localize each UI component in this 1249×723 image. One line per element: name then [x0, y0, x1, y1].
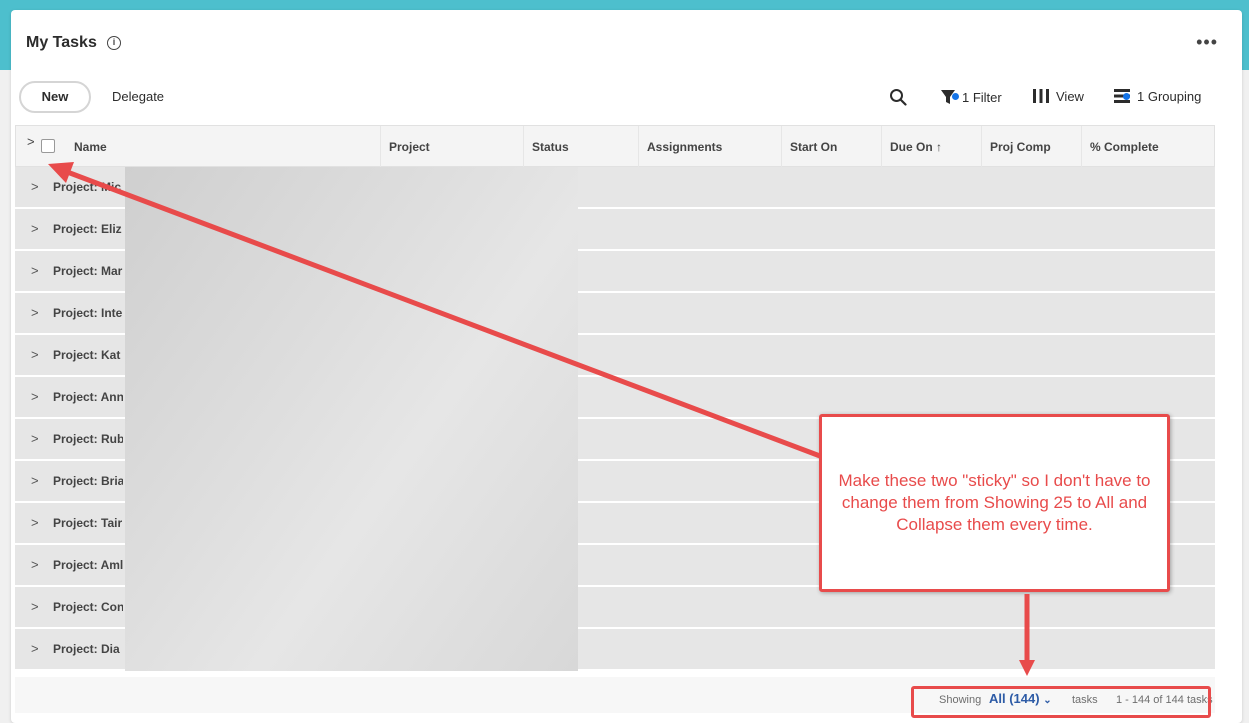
expand-chevron-icon[interactable]: >: [31, 641, 39, 656]
row-label: Project: Inte: [53, 306, 123, 320]
columns-icon: [1033, 89, 1049, 103]
row-label: Project: Aml: [53, 558, 123, 572]
delegate-button[interactable]: Delegate: [112, 89, 164, 104]
column-header-due-on[interactable]: Due On ↑: [881, 126, 981, 168]
annotation-highlight-box: [911, 686, 1211, 718]
expand-chevron-icon[interactable]: >: [31, 431, 39, 446]
view-label: View: [1056, 88, 1084, 104]
expand-chevron-icon[interactable]: >: [31, 263, 39, 278]
new-button[interactable]: New: [19, 81, 91, 113]
view-button[interactable]: View: [1032, 88, 1084, 104]
search-icon[interactable]: [889, 88, 907, 106]
expand-chevron-icon[interactable]: >: [31, 389, 39, 404]
row-label: Project: Ann: [53, 390, 123, 404]
grouping-label: 1 Grouping: [1137, 88, 1202, 104]
expand-chevron-icon[interactable]: >: [31, 347, 39, 362]
row-label: Project: Rub: [53, 432, 123, 446]
column-header-status[interactable]: Status: [523, 126, 638, 168]
filter-active-dot: [952, 93, 959, 100]
expand-chevron-icon[interactable]: >: [31, 305, 39, 320]
column-header-name[interactable]: Name: [66, 126, 380, 168]
row-label: Project: Mar: [53, 264, 123, 278]
filter-label: 1 Filter: [962, 89, 1002, 105]
column-header-proj-comp[interactable]: Proj Comp: [981, 126, 1081, 168]
grouping-active-dot: [1123, 93, 1130, 100]
more-options-icon[interactable]: •••: [1196, 32, 1218, 53]
row-label: Project: Dia: [53, 642, 120, 656]
info-icon[interactable]: i: [107, 36, 121, 50]
column-header-percent-complete[interactable]: % Complete: [1081, 126, 1214, 168]
column-header-assignments[interactable]: Assignments: [638, 126, 781, 168]
page-title: My Tasks: [26, 34, 97, 51]
row-label: Project: Eliz: [53, 222, 122, 236]
filter-button[interactable]: 1 Filter: [940, 88, 1002, 106]
expand-chevron-icon[interactable]: >: [31, 473, 39, 488]
annotation-text: Make these two "sticky" so I don't have …: [838, 471, 1151, 534]
expand-chevron-icon[interactable]: >: [31, 599, 39, 614]
collapse-all-chevron-icon[interactable]: >: [27, 134, 35, 149]
expand-chevron-icon[interactable]: >: [31, 221, 39, 236]
column-header-start-on[interactable]: Start On: [781, 126, 881, 168]
row-label: Project: Kat: [53, 348, 121, 362]
redaction-overlay: [125, 167, 578, 671]
select-all-checkbox[interactable]: [41, 139, 55, 153]
annotation-callout: Make these two "sticky" so I don't have …: [819, 414, 1170, 592]
expand-chevron-icon[interactable]: >: [31, 515, 39, 530]
column-header-project[interactable]: Project: [380, 126, 523, 168]
row-label: Project: Mic: [53, 180, 122, 194]
row-label: Project: Bria: [53, 474, 123, 488]
expand-chevron-icon[interactable]: >: [31, 179, 39, 194]
expand-chevron-icon[interactable]: >: [31, 557, 39, 572]
row-label: Project: Con: [53, 600, 123, 614]
table-header: > Name Project Status Assignments Start …: [15, 125, 1215, 168]
row-label: Project: Tair: [53, 516, 123, 530]
